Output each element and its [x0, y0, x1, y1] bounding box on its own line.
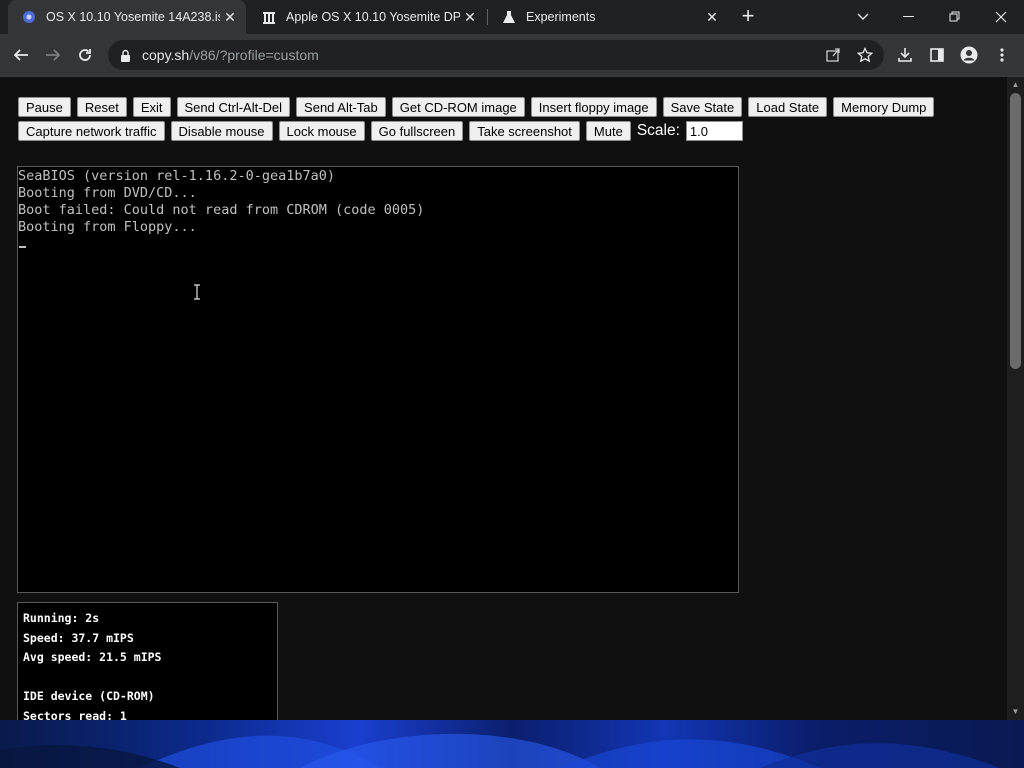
tab-v86[interactable]: OS X 10.10 Yosemite 14A238.iso ✕ [8, 0, 246, 34]
bookmark-star-icon[interactable] [852, 42, 878, 68]
back-arrow-icon [13, 49, 28, 61]
tab-title: Experiments [526, 10, 596, 24]
speed-value: Speed: 37.7 mIPS [23, 630, 134, 645]
emulator-screen[interactable]: SeaBIOS (version rel-1.16.2-0-gea1b7a0) … [17, 166, 739, 593]
reset-button[interactable]: Reset [76, 97, 127, 117]
ibeam-cursor-icon [194, 284, 200, 300]
url-path: /v86/?profile=custom [189, 47, 319, 63]
back-button[interactable] [8, 42, 34, 68]
close-window-button[interactable] [978, 0, 1024, 34]
restore-button[interactable] [932, 0, 978, 34]
scale-input[interactable] [685, 121, 743, 141]
page-content: Pause Reset Exit Send Ctrl-Alt-Del Send … [0, 77, 1007, 720]
profile-avatar-icon[interactable] [956, 42, 982, 68]
download-icon[interactable] [892, 42, 918, 68]
screen-line: Booting from DVD/CD... [18, 185, 197, 201]
close-icon[interactable]: ✕ [702, 9, 722, 26]
screen-line: Boot failed: Could not read from CDROM (… [18, 202, 425, 218]
stats-panel: Running: 2s Speed: 37.7 mIPS Avg speed: 21… [17, 602, 278, 720]
tab-experiments[interactable]: Experiments ✕ [488, 0, 728, 34]
tab-strip: OS X 10.10 Yosemite 14A238.iso ✕ Apple O… [0, 0, 1024, 34]
wallpaper-swirl-image [0, 733, 1000, 768]
scroll-thumb[interactable] [1010, 93, 1021, 369]
v86-icon [20, 8, 38, 26]
tab-search-chevron-icon[interactable] [840, 0, 886, 34]
exit-button[interactable]: Exit [132, 97, 171, 117]
minimize-button[interactable] [886, 0, 932, 34]
save-state-button[interactable]: Save State [662, 97, 743, 117]
url-host: copy.sh [142, 47, 190, 63]
tab-title: OS X 10.10 Yosemite 14A238.iso [46, 10, 220, 24]
browser-toolbar: copy.sh/v86/?profile=custom [0, 34, 1024, 77]
reload-icon [79, 49, 91, 61]
address-bar[interactable]: copy.sh/v86/?profile=custom [108, 40, 884, 70]
avg-speed-value: Avg speed: 21.5 mIPS [23, 650, 162, 664]
pause-button[interactable]: Pause [18, 97, 71, 117]
control-row-2: Capture network traffic Disable mouse Lo… [18, 121, 743, 141]
scale-label: Scale: [636, 122, 680, 139]
take-screenshot-button[interactable]: Take screenshot [469, 121, 580, 141]
scroll-down-arrow-icon[interactable]: ▼ [1007, 704, 1024, 720]
memory-dump-button[interactable]: Memory Dump [833, 97, 935, 117]
insert-floppy-image-button[interactable]: Insert floppy image [530, 97, 657, 117]
control-row-1: Pause Reset Exit Send Ctrl-Alt-Del Send … [18, 97, 940, 117]
get-cdrom-image-button[interactable]: Get CD-ROM image [391, 97, 525, 117]
close-icon[interactable]: ✕ [220, 9, 240, 26]
screen-line: Booting from Floppy... [18, 219, 197, 235]
scroll-up-arrow-icon[interactable]: ▲ [1007, 77, 1024, 93]
page-scrollbar[interactable]: ▲ ▼ [1007, 77, 1024, 720]
desktop-wallpaper [0, 720, 1024, 768]
text-cursor [19, 246, 26, 248]
screen-line: SeaBIOS (version rel-1.16.2-0-gea1b7a0) [18, 168, 335, 184]
mute-button[interactable]: Mute [585, 121, 631, 141]
capture-network-traffic-button[interactable]: Capture network traffic [18, 121, 165, 141]
tab-archive[interactable]: Apple OS X 10.10 Yosemite DP1.c ✕ [248, 0, 486, 34]
lock-icon[interactable] [120, 49, 134, 62]
reload-button[interactable] [72, 42, 98, 68]
sectors-read-value: Sectors read: 1 [23, 708, 127, 721]
running-time: Running: 2s [23, 611, 100, 625]
stats-spacer [23, 668, 272, 688]
send-alt-tab-button[interactable]: Send Alt-Tab [296, 97, 386, 117]
send-ctrl-alt-del-button[interactable]: Send Ctrl-Alt-Del [176, 97, 291, 117]
go-fullscreen-button[interactable]: Go fullscreen [370, 121, 464, 141]
load-state-button[interactable]: Load State [748, 97, 828, 117]
side-panel-icon[interactable] [924, 42, 950, 68]
share-icon[interactable] [820, 42, 846, 68]
archive-icon [260, 8, 278, 26]
new-tab-button[interactable]: + [736, 5, 760, 29]
forward-button[interactable] [40, 42, 66, 68]
tab-title: Apple OS X 10.10 Yosemite DP1.c [286, 10, 460, 24]
lock-mouse-button[interactable]: Lock mouse [278, 121, 365, 141]
ide-device-header: IDE device (CD-ROM) [23, 689, 155, 703]
flask-icon [500, 8, 518, 26]
forward-arrow-icon [46, 49, 61, 61]
disable-mouse-button[interactable]: Disable mouse [170, 121, 273, 141]
close-icon[interactable]: ✕ [460, 9, 480, 26]
menu-kebab-icon[interactable] [989, 42, 1015, 68]
